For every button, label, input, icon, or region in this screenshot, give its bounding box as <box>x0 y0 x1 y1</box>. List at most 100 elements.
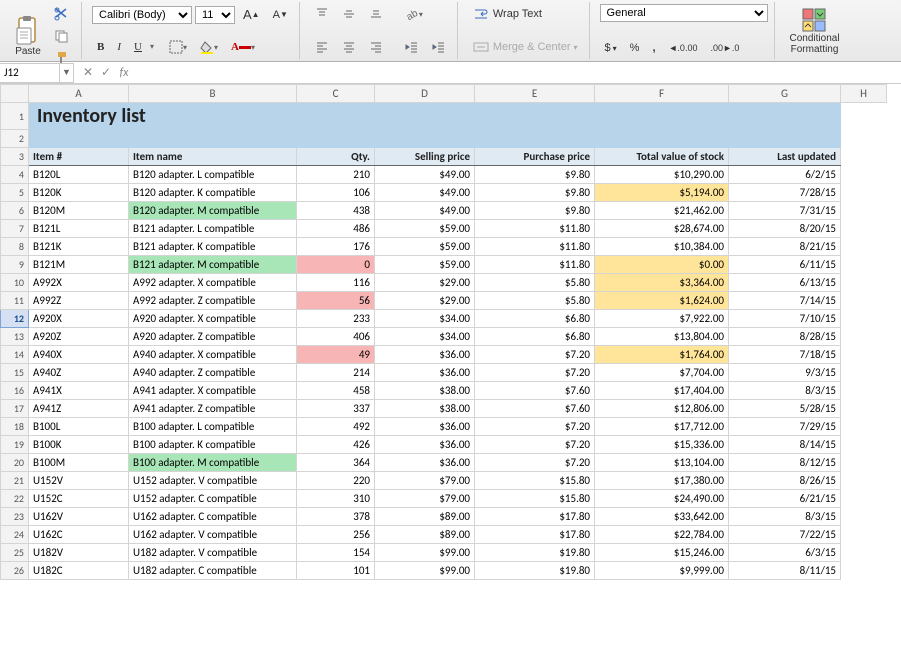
row-header[interactable]: 23 <box>1 508 29 526</box>
cell[interactable]: U182C <box>29 562 129 580</box>
cell[interactable]: $0.00 <box>595 256 729 274</box>
row-header[interactable]: 11 <box>1 292 29 310</box>
cell[interactable]: B100 adapter. M compatible <box>129 454 297 472</box>
cell[interactable]: $13,804.00 <box>595 328 729 346</box>
cell[interactable]: $36.00 <box>375 418 475 436</box>
cell[interactable]: U182 adapter. C compatible <box>129 562 297 580</box>
cell[interactable]: 101 <box>297 562 375 580</box>
cell[interactable]: 6/11/15 <box>729 256 841 274</box>
copy-button[interactable] <box>49 26 75 46</box>
cell[interactable]: A920 adapter. X compatible <box>129 310 297 328</box>
cell[interactable]: 8/3/15 <box>729 382 841 400</box>
cell[interactable]: 310 <box>297 490 375 508</box>
cell[interactable]: A941Z <box>29 400 129 418</box>
paste-button[interactable]: Paste <box>10 13 46 60</box>
align-center-button[interactable] <box>337 37 361 57</box>
cell[interactable]: 7/22/15 <box>729 526 841 544</box>
cell[interactable]: B100M <box>29 454 129 472</box>
align-top-button[interactable] <box>310 4 334 24</box>
bold-button[interactable]: B <box>92 38 109 56</box>
header-qty[interactable]: Qty. <box>297 148 375 166</box>
fx-button[interactable]: fx <box>116 66 132 80</box>
cell[interactable]: $19.80 <box>475 544 595 562</box>
cell[interactable]: $10,290.00 <box>595 166 729 184</box>
cell[interactable]: 176 <box>297 238 375 256</box>
row-header[interactable]: 25 <box>1 544 29 562</box>
row-header[interactable]: 13 <box>1 328 29 346</box>
row-header[interactable]: 10 <box>1 274 29 292</box>
row-header[interactable]: 18 <box>1 418 29 436</box>
header-updated[interactable]: Last updated <box>729 148 841 166</box>
cell[interactable]: $59.00 <box>375 220 475 238</box>
cell[interactable]: 49 <box>297 346 375 364</box>
row-header[interactable]: 19 <box>1 436 29 454</box>
cell[interactable]: $15,336.00 <box>595 436 729 454</box>
column-header[interactable]: D <box>375 85 475 103</box>
wrap-text-button[interactable]: Wrap Text <box>468 4 547 24</box>
cell[interactable]: B120K <box>29 184 129 202</box>
row-header[interactable]: 15 <box>1 364 29 382</box>
cell[interactable]: 8/21/15 <box>729 238 841 256</box>
cancel-formula-button[interactable]: ✕ <box>80 65 96 80</box>
cell[interactable]: $9.80 <box>475 184 595 202</box>
cell[interactable]: $7,704.00 <box>595 364 729 382</box>
indent-decrease-button[interactable] <box>400 37 424 57</box>
cell[interactable]: 8/26/15 <box>729 472 841 490</box>
cell[interactable]: U182 adapter. V compatible <box>129 544 297 562</box>
header-total[interactable]: Total value of stock <box>595 148 729 166</box>
cell[interactable]: 7/31/15 <box>729 202 841 220</box>
name-box-dropdown[interactable]: ▼ <box>60 63 74 83</box>
cell[interactable]: A941 adapter. X compatible <box>129 382 297 400</box>
cell[interactable]: 6/3/15 <box>729 544 841 562</box>
cell[interactable]: $17,404.00 <box>595 382 729 400</box>
cell[interactable]: $6.80 <box>475 310 595 328</box>
cell[interactable]: $89.00 <box>375 508 475 526</box>
column-header[interactable]: G <box>729 85 841 103</box>
cell[interactable]: $49.00 <box>375 184 475 202</box>
cell[interactable]: A941 adapter. Z compatible <box>129 400 297 418</box>
column-header[interactable]: F <box>595 85 729 103</box>
indent-increase-button[interactable] <box>427 37 451 57</box>
row-header[interactable]: 26 <box>1 562 29 580</box>
comma-button[interactable]: , <box>647 39 660 57</box>
column-header[interactable]: A <box>29 85 129 103</box>
cell[interactable]: B121 adapter. L compatible <box>129 220 297 238</box>
cell[interactable]: U162V <box>29 508 129 526</box>
cell[interactable]: 8/14/15 <box>729 436 841 454</box>
cell[interactable]: $36.00 <box>375 364 475 382</box>
row-header[interactable]: 7 <box>1 220 29 238</box>
row-header[interactable]: 2 <box>1 130 29 148</box>
cell[interactable]: $49.00 <box>375 202 475 220</box>
cell[interactable]: A992Z <box>29 292 129 310</box>
select-all-corner[interactable] <box>1 85 29 103</box>
cell[interactable]: $17.80 <box>475 526 595 544</box>
cell[interactable]: 6/2/15 <box>729 166 841 184</box>
cell[interactable]: $22,784.00 <box>595 526 729 544</box>
font-color-button[interactable]: A▾ <box>226 38 260 56</box>
cell[interactable]: $13,104.00 <box>595 454 729 472</box>
cell[interactable]: $7.20 <box>475 436 595 454</box>
cell[interactable]: $9.80 <box>475 202 595 220</box>
cell[interactable]: 56 <box>297 292 375 310</box>
cell[interactable]: 116 <box>297 274 375 292</box>
font-name-select[interactable]: Calibri (Body) <box>92 6 192 24</box>
align-bottom-button[interactable] <box>364 4 388 24</box>
cell[interactable]: $24,490.00 <box>595 490 729 508</box>
cell[interactable]: $17,712.00 <box>595 418 729 436</box>
cut-button[interactable] <box>49 4 75 24</box>
cell[interactable]: $7.20 <box>475 418 595 436</box>
increase-decimal-button[interactable]: .00►.0 <box>705 39 744 57</box>
cell[interactable]: $5.80 <box>475 292 595 310</box>
row-header[interactable]: 5 <box>1 184 29 202</box>
cell[interactable]: 8/28/15 <box>729 328 841 346</box>
header-selling[interactable]: Selling price <box>375 148 475 166</box>
cell[interactable]: $17,380.00 <box>595 472 729 490</box>
cell[interactable]: $7.20 <box>475 346 595 364</box>
cell[interactable]: $1,764.00 <box>595 346 729 364</box>
cell[interactable]: $11.80 <box>475 220 595 238</box>
cell[interactable]: U162 adapter. V compatible <box>129 526 297 544</box>
italic-button[interactable]: I <box>112 38 126 56</box>
percent-button[interactable]: % <box>625 39 645 57</box>
currency-button[interactable]: $▾ <box>600 39 622 57</box>
row-header[interactable]: 20 <box>1 454 29 472</box>
